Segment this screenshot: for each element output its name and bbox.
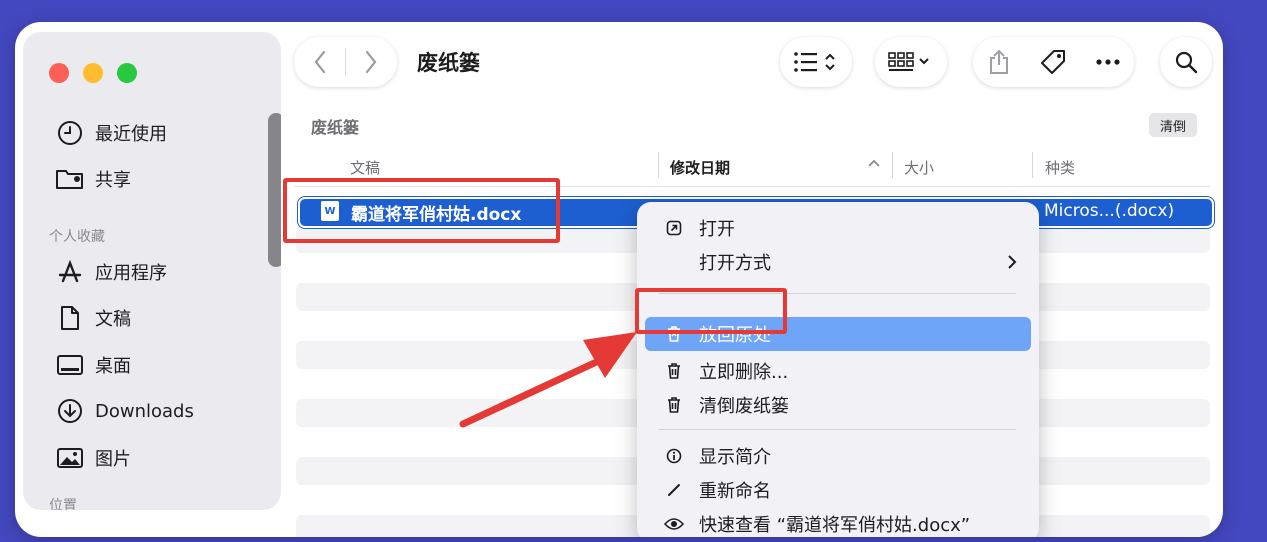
sidebar-item-label: 图片 bbox=[95, 449, 131, 470]
trash-icon bbox=[659, 362, 689, 380]
photo-icon bbox=[55, 443, 85, 473]
chevron-right-icon bbox=[365, 50, 377, 74]
menu-item-empty-trash[interactable]: 清倒废纸篓 bbox=[645, 388, 1031, 422]
eye-icon bbox=[659, 517, 689, 531]
menu-item-get-info[interactable]: 显示简介 bbox=[645, 439, 1031, 473]
pencil-icon bbox=[659, 482, 689, 498]
action-buttons bbox=[973, 37, 1134, 87]
annotation-box-put-back bbox=[635, 288, 787, 334]
sidebar: 最近使用 共享 个人收藏 应用程序 文稿 桌面 Downloads 图片 位置 bbox=[23, 32, 281, 510]
ellipsis-icon bbox=[1095, 59, 1120, 65]
minimize-window-button[interactable] bbox=[83, 63, 103, 83]
close-window-button[interactable] bbox=[49, 63, 69, 83]
menu-item-open-with[interactable]: 打开方式 bbox=[645, 245, 1031, 279]
desktop-icon bbox=[55, 350, 85, 380]
column-divider[interactable] bbox=[1032, 152, 1033, 178]
column-header-date[interactable]: 修改日期 bbox=[670, 157, 730, 178]
search-button[interactable] bbox=[1160, 37, 1212, 87]
column-divider[interactable] bbox=[892, 152, 893, 178]
applications-icon bbox=[55, 257, 85, 287]
sidebar-item-downloads[interactable]: Downloads bbox=[55, 396, 194, 426]
menu-item-rename[interactable]: 重新命名 bbox=[645, 473, 1031, 507]
clock-icon bbox=[55, 118, 85, 148]
sidebar-scrollbar[interactable] bbox=[268, 113, 281, 267]
list-view-icon bbox=[794, 52, 835, 72]
favorites-heading: 个人收藏 bbox=[49, 229, 105, 245]
menu-item-label: 重新命名 bbox=[699, 481, 771, 502]
more-button[interactable] bbox=[1095, 59, 1120, 65]
column-header-kind[interactable]: 种类 bbox=[1045, 157, 1075, 178]
sort-ascending-icon bbox=[867, 158, 881, 168]
column-header-name[interactable]: 文稿 bbox=[350, 157, 380, 178]
list-view-button[interactable] bbox=[780, 37, 852, 87]
download-icon bbox=[55, 396, 85, 426]
column-header-size[interactable]: 大小 bbox=[904, 157, 934, 178]
sidebar-item-label: 共享 bbox=[95, 170, 131, 191]
share-button[interactable] bbox=[988, 49, 1010, 75]
sidebar-item-pictures[interactable]: 图片 bbox=[55, 443, 131, 473]
tag-button[interactable] bbox=[1039, 48, 1067, 76]
back-button[interactable] bbox=[295, 50, 345, 74]
navigation-buttons bbox=[294, 37, 397, 87]
file-kind: Micros...(.docx) bbox=[1044, 201, 1175, 221]
forward-button[interactable] bbox=[346, 50, 396, 74]
document-icon bbox=[55, 303, 85, 333]
section-title: 废纸篓 bbox=[311, 118, 360, 137]
group-view-button[interactable] bbox=[875, 37, 947, 87]
locations-heading: 位置 bbox=[49, 498, 77, 510]
sidebar-item-label: 文稿 bbox=[95, 309, 131, 330]
menu-item-label: 清倒废纸篓 bbox=[699, 396, 789, 417]
sidebar-item-recents[interactable]: 最近使用 bbox=[55, 118, 167, 148]
open-icon bbox=[659, 220, 689, 236]
grid-view-icon bbox=[888, 52, 929, 71]
zoom-window-button[interactable] bbox=[117, 63, 137, 83]
menu-item-label: 打开 bbox=[699, 219, 735, 240]
finder-window: 最近使用 共享 个人收藏 应用程序 文稿 桌面 Downloads 图片 位置 … bbox=[15, 22, 1223, 537]
menu-item-label: 打开方式 bbox=[699, 253, 771, 274]
column-divider[interactable] bbox=[658, 152, 659, 178]
sidebar-item-desktop[interactable]: 桌面 bbox=[55, 350, 131, 380]
sidebar-item-label: 应用程序 bbox=[95, 263, 167, 284]
tag-icon bbox=[1040, 50, 1065, 74]
sidebar-item-label: Downloads bbox=[95, 400, 194, 422]
menu-item-open[interactable]: 打开 bbox=[645, 211, 1031, 245]
menu-item-label: 立即删除... bbox=[699, 362, 789, 383]
chevron-right-icon bbox=[1007, 254, 1017, 270]
sidebar-item-documents[interactable]: 文稿 bbox=[55, 303, 131, 333]
trash-icon bbox=[659, 396, 689, 414]
chevron-left-icon bbox=[314, 50, 326, 74]
sidebar-item-label: 最近使用 bbox=[95, 124, 167, 145]
search-icon bbox=[1175, 51, 1198, 74]
menu-item-label: 显示简介 bbox=[699, 447, 771, 468]
sidebar-item-shared[interactable]: 共享 bbox=[55, 164, 131, 194]
menu-item-label: 快速查看 “霸道将军俏村姑.docx” bbox=[699, 515, 971, 536]
share-icon bbox=[989, 49, 1008, 74]
sidebar-item-applications[interactable]: 应用程序 bbox=[55, 257, 167, 287]
menu-separator bbox=[659, 429, 1016, 430]
empty-trash-button[interactable]: 清倒 bbox=[1149, 113, 1197, 137]
window-title: 废纸篓 bbox=[417, 51, 480, 75]
sidebar-item-label: 桌面 bbox=[95, 356, 131, 377]
menu-item-delete-immediately[interactable]: 立即删除... bbox=[645, 354, 1031, 388]
annotation-box-file bbox=[283, 178, 560, 243]
annotation-arrow bbox=[459, 332, 637, 428]
info-icon bbox=[659, 448, 689, 464]
shared-folder-icon bbox=[55, 164, 85, 194]
menu-item-quick-look[interactable]: 快速查看 “霸道将军俏村姑.docx” bbox=[645, 507, 1031, 537]
context-menu: 打开 打开方式 放回原处 立即删除... 清倒废纸篓 显示简介 重新命名 快速查… bbox=[637, 202, 1039, 537]
